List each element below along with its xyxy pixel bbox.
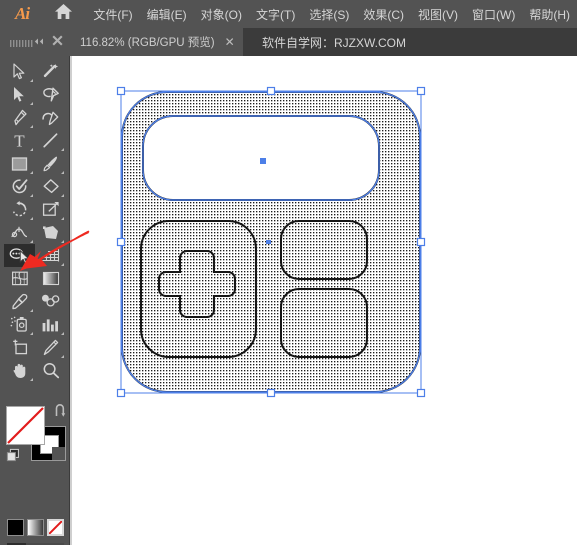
fill-stroke-control	[6, 404, 67, 467]
tools-panel: T	[0, 40, 70, 545]
illustrator-window: Ai 文件(F) 编辑(E) 对象(O) 文字(T) 选择(S) 效果(C) 视…	[0, 0, 577, 545]
svg-text:T: T	[14, 132, 25, 149]
menu-select[interactable]: 选择(S)	[302, 0, 356, 28]
flyout-corner-icon	[30, 332, 33, 335]
flyout-corner-icon	[61, 355, 64, 358]
menu-effect[interactable]: 效果(C)	[356, 0, 411, 28]
flyout-corner-icon	[61, 194, 64, 197]
flyout-corner-icon	[30, 171, 33, 174]
menu-bar: Ai 文件(F) 编辑(E) 对象(O) 文字(T) 选择(S) 效果(C) 视…	[0, 0, 577, 28]
app-logo-text: Ai	[14, 4, 30, 23]
flyout-corner-icon	[30, 194, 33, 197]
eyedropper-tool[interactable]	[4, 290, 35, 313]
swatch-gradient[interactable]	[27, 519, 44, 536]
menu-item-list: 文件(F) 编辑(E) 对象(O) 文字(T) 选择(S) 效果(C) 视图(V…	[86, 0, 577, 28]
menu-window[interactable]: 窗口(W)	[465, 0, 522, 28]
flyout-corner-icon	[61, 148, 64, 151]
flyout-corner-icon	[30, 125, 33, 128]
blend-tool[interactable]	[35, 290, 66, 313]
rotate-tool[interactable]	[4, 198, 35, 221]
menu-edit[interactable]: 编辑(E)	[140, 0, 194, 28]
column-graph-tool[interactable]	[35, 313, 66, 336]
eraser-tool[interactable]	[35, 175, 66, 198]
document-tab-close-icon[interactable]: ✕	[225, 36, 235, 48]
menu-object[interactable]: 对象(O)	[194, 0, 249, 28]
close-icon[interactable]	[52, 33, 63, 51]
menu-view[interactable]: 视图(V)	[411, 0, 465, 28]
tool-panel-grip[interactable]	[10, 34, 36, 47]
app-logo: Ai	[0, 0, 44, 28]
swatch-color[interactable]	[7, 519, 24, 536]
selection-tool[interactable]	[4, 60, 35, 83]
direct-selection-tool[interactable]	[4, 83, 35, 106]
lasso-tool[interactable]	[35, 83, 66, 106]
curvature-tool[interactable]	[35, 106, 66, 129]
fill-swatch[interactable]	[6, 406, 45, 445]
flyout-corner-icon	[61, 217, 64, 220]
canvas-left-edge	[70, 56, 72, 545]
menu-help[interactable]: 帮助(H)	[522, 0, 577, 28]
shaper-tool[interactable]	[4, 175, 35, 198]
default-fill-stroke-icon[interactable]	[6, 448, 20, 467]
swatch-none[interactable]	[47, 519, 64, 536]
flyout-corner-icon	[30, 148, 33, 151]
tools-grid: T	[4, 60, 66, 382]
type-tool[interactable]: T	[4, 129, 35, 152]
red-arrow-annotation	[14, 226, 90, 291]
flyout-corner-icon	[30, 309, 33, 312]
menu-file[interactable]: 文件(F)	[86, 0, 139, 28]
document-tab[interactable]: 116.82% (RGB/GPU 预览) ✕	[70, 28, 243, 56]
canvas-area[interactable]	[70, 56, 577, 545]
artboard-tool[interactable]	[4, 336, 35, 359]
home-icon	[54, 3, 73, 25]
home-button[interactable]	[44, 0, 82, 28]
flyout-corner-icon	[61, 171, 64, 174]
pen-tool[interactable]	[4, 106, 35, 129]
swap-fill-stroke-icon[interactable]	[53, 404, 67, 423]
magic-wand-tool[interactable]	[35, 60, 66, 83]
scale-tool[interactable]	[35, 198, 66, 221]
paintbrush-tool[interactable]	[35, 152, 66, 175]
zoom-tool[interactable]	[35, 359, 66, 382]
rectangle-tool[interactable]	[4, 152, 35, 175]
color-mode-swatches	[7, 519, 65, 541]
flyout-corner-icon	[30, 378, 33, 381]
flyout-corner-icon	[30, 102, 33, 105]
flyout-corner-icon	[30, 217, 33, 220]
document-tab-label: 116.82% (RGB/GPU 预览)	[80, 37, 215, 49]
symbol-sprayer-tool[interactable]	[4, 313, 35, 336]
flyout-corner-icon	[61, 332, 64, 335]
menu-type[interactable]: 文字(T)	[249, 0, 302, 28]
gamepad-illustration[interactable]	[121, 91, 421, 393]
watermark-text: 软件自学网：RJZXW.COM	[262, 35, 406, 50]
document-tab-bar: 116.82% (RGB/GPU 预览) ✕ 软件自学网：RJZXW.COM	[0, 28, 577, 56]
no-fill-slash-icon	[7, 407, 44, 444]
flyout-corner-icon	[30, 79, 33, 82]
line-segment-tool[interactable]	[35, 129, 66, 152]
slice-tool[interactable]	[35, 336, 66, 359]
hand-tool[interactable]	[4, 359, 35, 382]
stroke-swatch-hole-inner	[52, 447, 65, 460]
